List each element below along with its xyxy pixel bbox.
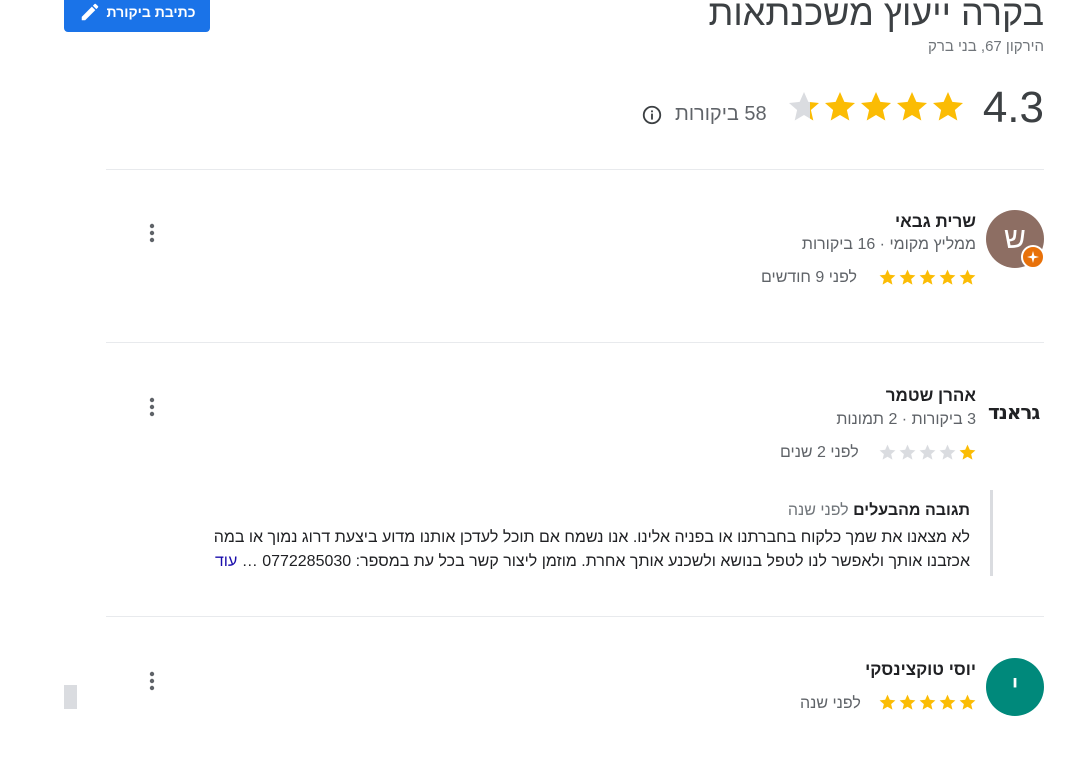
average-rating-stars xyxy=(786,89,966,125)
star-icon xyxy=(939,269,956,285)
owner-reply-text: לא מצאנו את שמך כלקוח בחברתנו או בפניה א… xyxy=(130,526,970,574)
star-icon xyxy=(825,92,855,121)
local-guide-star-icon xyxy=(1027,251,1039,263)
reviewer-name[interactable]: אהרן שטמר xyxy=(886,386,976,406)
star-icon xyxy=(789,92,819,121)
reviews-page: כתיבת ביקורת בקרה ייעוץ משכנתאות הירקון … xyxy=(0,0,1071,768)
review-time: לפני שנה xyxy=(800,695,861,712)
star-icon xyxy=(879,269,896,285)
review-time: לפני 9 חודשים xyxy=(761,269,858,286)
star-icon xyxy=(939,694,956,710)
star-icon xyxy=(897,92,927,121)
scrollbar-thumb[interactable] xyxy=(64,685,77,709)
pencil-icon xyxy=(81,3,98,21)
owner-reply-header: תגובה מהבעלים לפני שנה xyxy=(788,502,970,520)
divider xyxy=(106,169,1044,170)
owner-reply: תגובה מהבעלים לפני שנה לא מצאנו את שמך כ… xyxy=(130,490,993,576)
review-time: לפני 2 שנים xyxy=(780,444,859,461)
owner-reply-title: תגובה מהבעלים xyxy=(853,502,970,519)
star-icon xyxy=(899,269,916,285)
star-icon xyxy=(919,269,936,285)
owner-reply-ellipsis: … xyxy=(241,553,258,570)
more-options-icon[interactable] xyxy=(144,221,160,245)
avatar[interactable]: י xyxy=(986,658,1044,716)
reviewer-name[interactable]: יוסי טוקצינסקי xyxy=(865,660,976,680)
divider xyxy=(106,342,1044,343)
star-icon xyxy=(939,444,956,460)
write-review-button[interactable]: כתיבת ביקורת xyxy=(64,0,210,32)
divider xyxy=(106,616,1044,617)
business-title: בקרה ייעוץ משכנתאות xyxy=(708,0,1044,33)
owner-reply-time: לפני שנה xyxy=(787,502,849,519)
review-stars xyxy=(877,268,977,287)
info-icon[interactable] xyxy=(641,104,663,126)
reviewer-meta: 3 ביקורות · 2 תמונות xyxy=(836,411,976,428)
read-more-link[interactable]: עוד xyxy=(215,553,237,570)
star-icon xyxy=(879,444,896,460)
star-icon xyxy=(959,269,976,285)
average-rating: 4.3 xyxy=(982,83,1044,132)
avatar-letter: י xyxy=(1011,670,1019,703)
more-options-icon[interactable] xyxy=(144,669,160,693)
reviewer-logo[interactable]: גראנד xyxy=(988,400,1040,424)
star-icon xyxy=(933,92,963,121)
star-icon xyxy=(919,694,936,710)
owner-reply-line-2-text: אכזבנו אותך ולאפשר לנו לטפל בנושא ולשכנע… xyxy=(262,553,970,570)
owner-reply-line-2: אכזבנו אותך ולאפשר לנו לטפל בנושא ולשכנע… xyxy=(130,550,970,574)
star-icon xyxy=(879,694,896,710)
business-address: הירקון 67, בני ברק xyxy=(928,38,1044,55)
review-stars xyxy=(877,443,977,462)
review-count[interactable]: 58 ביקורות xyxy=(675,103,767,126)
star-icon xyxy=(959,444,976,460)
review-stars xyxy=(877,693,977,712)
owner-reply-line-1: לא מצאנו את שמך כלקוח בחברתנו או בפניה א… xyxy=(213,529,970,546)
local-guide-badge-icon xyxy=(1021,245,1045,269)
star-icon xyxy=(861,92,891,121)
star-icon xyxy=(959,694,976,710)
star-icon xyxy=(919,444,936,460)
star-icon xyxy=(899,694,916,710)
more-options-icon[interactable] xyxy=(144,395,160,419)
star-icon xyxy=(899,444,916,460)
reviewer-meta: ממליץ מקומי · 16 ביקורות xyxy=(801,236,976,253)
write-review-label: כתיבת ביקורת xyxy=(106,4,196,20)
reviewer-name[interactable]: שרית גבאי xyxy=(895,212,976,232)
